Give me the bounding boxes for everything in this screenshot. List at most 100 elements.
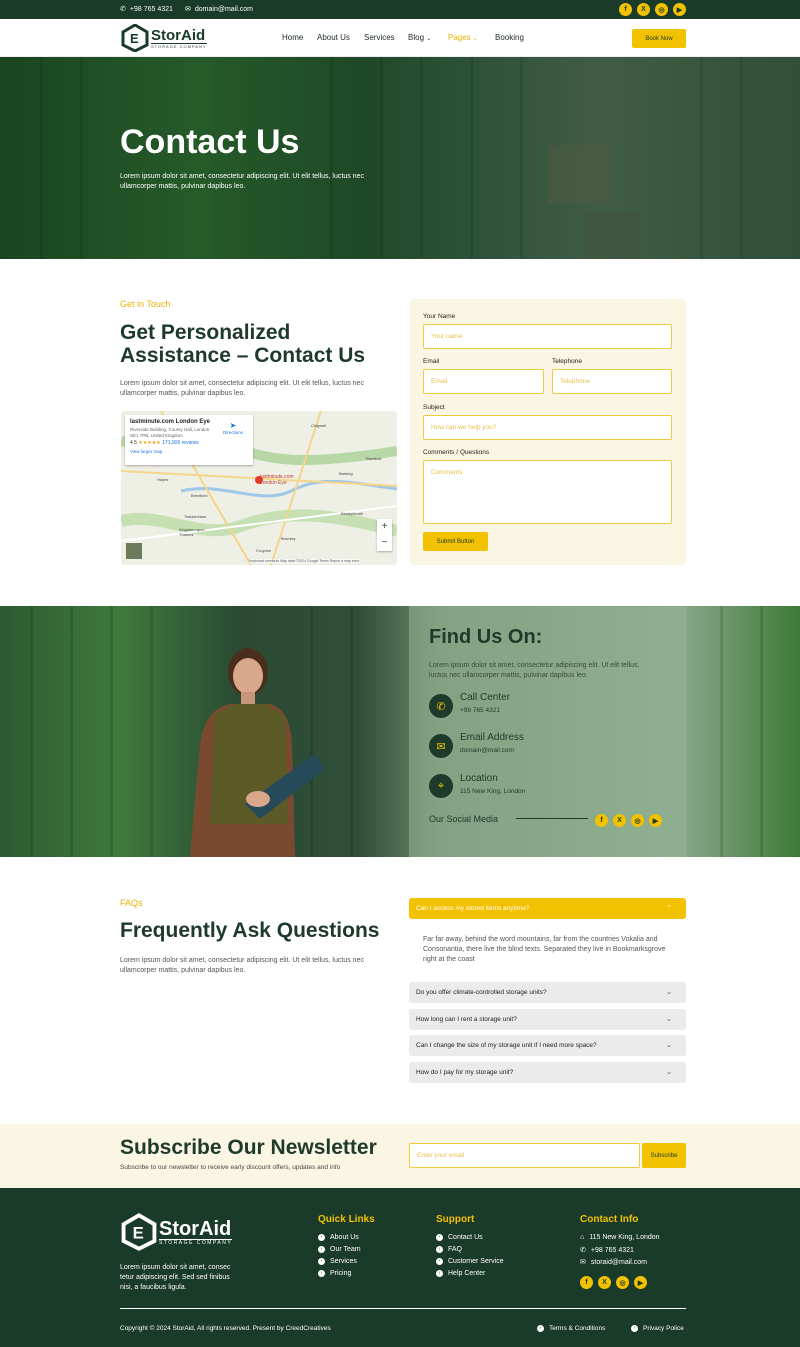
youtube-icon[interactable]: ▶ (673, 3, 686, 16)
hero-text: Lorem ipsum dolor sit amet, consectetur … (120, 173, 364, 190)
terms-link[interactable]: › Terms & Conditions (537, 1325, 605, 1332)
facebook-icon[interactable]: f (580, 1276, 593, 1289)
x-icon[interactable]: X (613, 814, 626, 827)
find-us-panel: Find Us On: Lorem ipsum dolor sit amet, … (409, 606, 686, 857)
instagram-icon[interactable]: ◎ (631, 814, 644, 827)
nav-services[interactable]: Services (364, 33, 395, 42)
facebook-icon[interactable]: f (619, 3, 632, 16)
contact-info-title: Contact Info (580, 1214, 639, 1225)
contact-text: Lorem ipsum dolor sit amet, consectetur … (120, 380, 364, 397)
map-info-card: lastminute.com London Eye Riverside Buil… (125, 415, 253, 465)
phone-icon: ✆ (120, 6, 126, 13)
telephone-label: Telephone (552, 358, 582, 365)
logo-name: StorAid (151, 26, 206, 44)
call-center-value[interactable]: +98 765 4321 (460, 707, 500, 714)
contact-kicker: Get in Touch (120, 299, 171, 309)
map-label: Kingston upon Thames (179, 527, 205, 537)
faq-text: Lorem ipsum dolor sit amet, consectetur … (120, 957, 364, 974)
submit-button[interactable]: Submit Button (423, 532, 488, 551)
name-input[interactable]: Your name (423, 324, 672, 349)
chevron-right-icon: › (318, 1270, 325, 1277)
footer-link[interactable]: › Customer Service (436, 1258, 504, 1265)
map-rating: 4.5 ★★★★★ 171,906 reviews (130, 440, 199, 446)
faq-item[interactable]: How long can I rent a storage unit? ⌄ (409, 1009, 686, 1030)
page-title: Contact Us (120, 123, 300, 161)
book-now-button[interactable]: Book Now (632, 29, 686, 48)
email-input[interactable]: Email (423, 369, 544, 394)
email-title: Email Address (460, 732, 524, 743)
phone-icon: ✆ (580, 1247, 586, 1254)
footer: E StorAid STORAGE COMPANY Lorem ipsum do… (0, 1188, 800, 1347)
nav-pages[interactable]: Pages ⌄ (448, 33, 478, 42)
youtube-icon[interactable]: ▶ (649, 814, 662, 827)
mail-icon: ✉ (185, 6, 191, 13)
newsletter-email-input[interactable]: Enter your email (409, 1143, 640, 1168)
faq-answer: Far far away, behind the word mountains,… (423, 936, 666, 963)
faq-item[interactable]: Can I change the size of my storage unit… (409, 1035, 686, 1056)
telephone-input[interactable]: Telephone (552, 369, 672, 394)
footer-link[interactable]: › Services (318, 1258, 357, 1265)
instagram-icon[interactable]: ◎ (655, 3, 668, 16)
map-address: Riverside Building, County Hall, London … (130, 427, 210, 438)
topbar-phone[interactable]: ✆ +98 765 4321 (120, 5, 173, 14)
x-icon[interactable]: X (598, 1276, 611, 1289)
nav-home[interactable]: Home (282, 33, 303, 42)
faq-item[interactable]: Do you offer climate-controlled storage … (409, 982, 686, 1003)
logo[interactable]: E StorAid STORAGE COMPANY (121, 24, 207, 52)
map-label: Bromley (281, 536, 296, 541)
topbar-email[interactable]: ✉ domain@mail.com (185, 5, 253, 14)
email-label: Email (423, 358, 440, 365)
subject-input[interactable]: How can we help you? (423, 415, 672, 440)
logo-tagline: STORAGE COMPANY (151, 42, 207, 49)
nav-booking[interactable]: Booking (495, 33, 524, 42)
comments-label: Comments / Questions (423, 449, 490, 456)
comments-textarea[interactable]: Comments (423, 460, 672, 524)
chevron-right-icon: › (318, 1246, 325, 1253)
footer-link[interactable]: › Help Center (436, 1270, 485, 1277)
map-embed[interactable]: lastminute.com London Eye Riverside Buil… (121, 411, 397, 565)
top-bar: ✆ +98 765 4321 ✉ domain@mail.com f X ◎ ▶ (0, 0, 800, 19)
map-pin-label: lastminute.com London Eye (260, 474, 294, 486)
location-title: Location (460, 773, 498, 784)
faq-kicker: FAQs (120, 898, 143, 908)
faq-title: Frequently Ask Questions (120, 919, 380, 942)
footer-email[interactable]: ✉ storaid@mail.com (580, 1258, 647, 1267)
faq-item[interactable]: How do I pay for my storage unit? ⌄ (409, 1062, 686, 1083)
map-footer: Keyboard shortcuts Map data ©2024 Google… (249, 559, 360, 563)
chevron-right-icon: › (436, 1258, 443, 1265)
subscribe-button[interactable]: Subscribe (642, 1143, 686, 1168)
call-center-title: Call Center (460, 692, 511, 703)
footer-link[interactable]: › Our Team (318, 1246, 361, 1253)
contact-title: Get Personalized Assistance – Contact Us (120, 321, 366, 367)
map-directions[interactable]: ➤ Directions (223, 421, 243, 435)
quick-links-title: Quick Links (318, 1214, 375, 1225)
map-label: Hayes (157, 477, 169, 482)
x-icon[interactable]: X (637, 3, 650, 16)
footer-link[interactable]: › About Us (318, 1234, 359, 1241)
nav-about[interactable]: About Us (317, 33, 350, 42)
chevron-down-icon: ⌄ (666, 1042, 672, 1049)
zoom-out-button[interactable]: − (377, 535, 392, 551)
chevron-right-icon: › (318, 1234, 325, 1241)
privacy-link[interactable]: › Privacy Police (631, 1325, 684, 1332)
subject-label: Subject (423, 404, 445, 411)
map-label: Bexleyheath (341, 511, 364, 516)
instagram-icon[interactable]: ◎ (616, 1276, 629, 1289)
chevron-right-icon: › (537, 1325, 544, 1332)
nav-blog[interactable]: Blog ⌄ (408, 33, 431, 42)
social-label: Our Social Media (429, 814, 499, 824)
faq-item-open[interactable]: Can I access my stored items anytime? ⌃ (409, 898, 686, 919)
footer-link[interactable]: › FAQ (436, 1246, 462, 1253)
zoom-in-button[interactable]: + (377, 519, 392, 535)
footer-link[interactable]: › Pricing (318, 1270, 351, 1277)
footer-phone[interactable]: ✆ +98 765 4321 (580, 1246, 634, 1255)
chevron-up-icon: ⌃ (666, 905, 672, 912)
newsletter-section: Subscribe Our Newsletter Subscribe to ou… (0, 1124, 800, 1188)
facebook-icon[interactable]: f (595, 814, 608, 827)
map-larger-link[interactable]: View larger map (130, 449, 248, 454)
newsletter-title: Subscribe Our Newsletter (120, 1136, 377, 1159)
youtube-icon[interactable]: ▶ (634, 1276, 647, 1289)
email-value[interactable]: domain@mail.com (460, 747, 514, 754)
footer-logo[interactable]: E StorAid STORAGE COMPANY (121, 1213, 233, 1251)
footer-link[interactable]: › Contact Us (436, 1234, 483, 1241)
